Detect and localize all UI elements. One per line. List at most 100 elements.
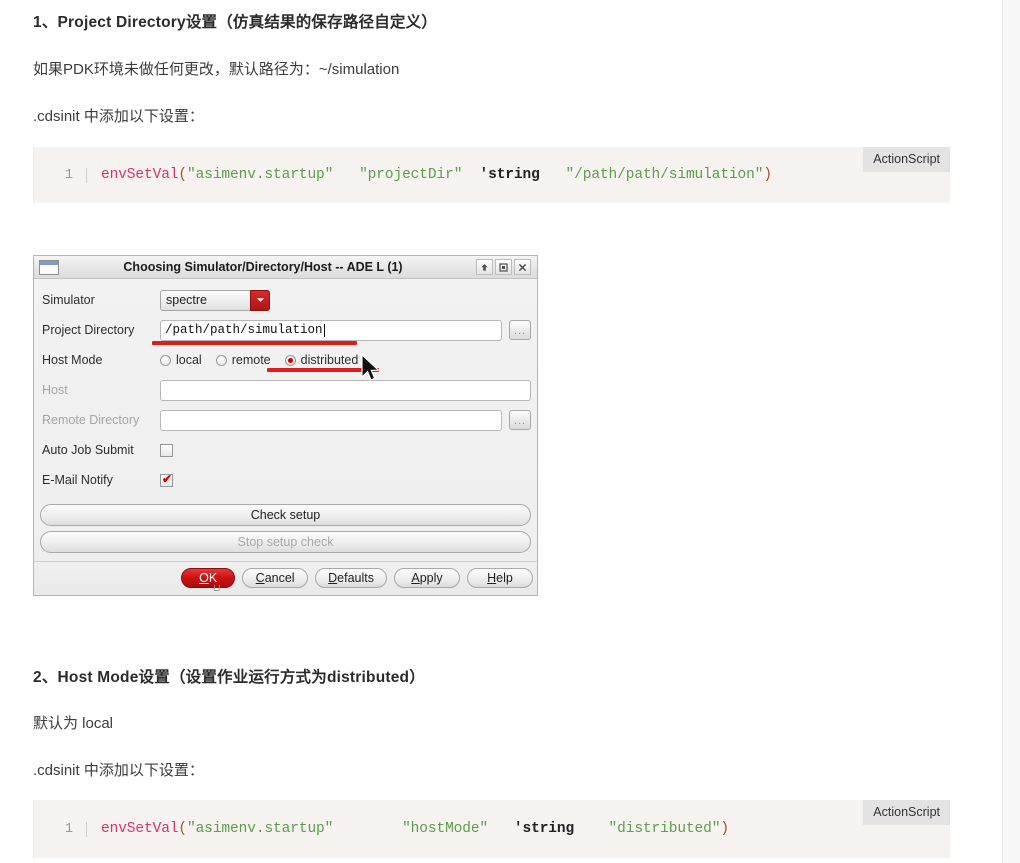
section-2-paragraph-2: .cdsinit 中添加以下设置： <box>33 762 204 779</box>
code-token-str: "asimenv.startup" <box>187 821 334 837</box>
project-directory-browse-button[interactable]: ... <box>509 320 531 340</box>
help-button-label: elp <box>496 571 513 585</box>
code-line-number: 1 <box>57 167 87 183</box>
defaults-button-label: efaults <box>337 571 374 585</box>
radio-indicator <box>160 354 171 366</box>
cancel-button-mnemonic: C <box>255 571 265 585</box>
code-token-str: "hostMode" <box>402 821 489 837</box>
simulator-label: Simulator <box>42 293 95 307</box>
defaults-button[interactable]: Defaults <box>315 568 387 588</box>
host-mode-radio-remote[interactable]: remote <box>215 353 271 367</box>
window-icon <box>39 259 59 275</box>
dialog-footer: OK Cancel Defaults Apply Help <box>34 561 537 595</box>
email-notify-label: E-Mail Notify <box>42 473 113 487</box>
maximize-icon-glyph <box>499 262 508 272</box>
section-1-paragraph-1: 如果PDK环境未做任何更改，默认路径为：~/simulation <box>33 61 400 78</box>
host-mode-label: Host Mode <box>42 353 103 367</box>
code-language-badge: ActionScript <box>863 147 950 172</box>
close-icon-glyph <box>518 263 527 271</box>
radio-label: distributed <box>300 353 359 367</box>
simulator-selected-value: spectre <box>166 293 207 307</box>
apply-button[interactable]: Apply <box>394 568 460 588</box>
code-line: 1 envSetVal("asimenv.startup" "hostMode"… <box>34 800 950 858</box>
code-line: 1 envSetVal("asimenv.startup" "projectDi… <box>34 147 950 203</box>
auto-job-submit-checkbox[interactable] <box>160 443 173 457</box>
host-label: Host <box>42 383 68 397</box>
mouse-cursor <box>361 354 380 381</box>
host-input[interactable] <box>160 379 531 401</box>
chevron-down-glyph <box>256 298 264 302</box>
project-directory-input[interactable]: /path/path/simulation <box>160 319 503 341</box>
code-token-punc: ( <box>178 821 188 837</box>
host-mode-radio-group[interactable]: local remote distributed <box>160 353 372 367</box>
host-mode-radio-distributed[interactable]: distributed <box>284 353 359 367</box>
code-token-punc: ( <box>178 167 188 183</box>
shade-icon[interactable] <box>476 259 493 275</box>
remote-directory-browse-button[interactable]: ... <box>509 410 531 430</box>
code-token-str: "/path/path/simulation" <box>565 167 764 183</box>
page-right-gutter <box>1002 0 1020 863</box>
project-directory-label: Project Directory <box>42 323 135 337</box>
section-2-heading: 2、Host Mode设置（设置作业运行方式为distributed） <box>33 669 425 686</box>
code-line-content: envSetVal("asimenv.startup" "projectDir"… <box>87 167 772 183</box>
section-2-paragraph-1: 默认为 local <box>33 715 114 732</box>
radio-label: local <box>176 353 202 367</box>
help-button[interactable]: Help <box>467 568 533 588</box>
stray-artifact: ⊔ <box>213 583 221 594</box>
code-token-punc: ) <box>720 821 729 837</box>
code-block-host-mode: ActionScript 1 envSetVal("asimenv.startu… <box>33 800 950 858</box>
code-token-fn: envSetVal <box>101 167 179 183</box>
field-row-simulator: Simulator spectre <box>40 285 531 315</box>
simulator-dropdown[interactable]: spectre <box>160 289 270 311</box>
radio-indicator <box>215 354 227 366</box>
dialog-titlebar[interactable]: Choosing Simulator/Directory/Host -- ADE… <box>34 256 537 279</box>
cancel-button-label: ancel <box>264 571 295 585</box>
text-caret <box>323 323 325 337</box>
dialog-title: Choosing Simulator/Directory/Host -- ADE… <box>123 260 403 274</box>
code-token-str: "distributed" <box>608 821 721 837</box>
code-token-str: "asimenv.startup" <box>187 167 334 183</box>
titlebar-button-group <box>476 259 533 275</box>
auto-job-submit-label: Auto Job Submit <box>42 443 134 457</box>
ok-button[interactable]: OK <box>181 568 236 588</box>
apply-button-label: pply <box>419 571 443 585</box>
email-notify-checkbox[interactable] <box>160 472 173 487</box>
field-row-email-notify: E-Mail Notify <box>40 465 531 495</box>
cancel-button[interactable]: Cancel <box>242 568 309 588</box>
code-line-number: 1 <box>57 821 87 837</box>
code-language-badge: ActionScript <box>863 800 950 825</box>
shade-icon-glyph <box>481 263 488 271</box>
close-icon[interactable] <box>514 259 531 275</box>
apply-button-mnemonic: A <box>411 571 420 585</box>
chevron-down-icon[interactable] <box>250 289 270 311</box>
code-line-content: envSetVal("asimenv.startup" "hostMode" '… <box>87 821 729 837</box>
code-token-kw: 'string <box>513 821 575 837</box>
radio-indicator <box>284 354 296 366</box>
code-token-punc: ) <box>763 167 772 183</box>
field-row-host: Host <box>40 375 531 405</box>
section-1-heading: 1、Project Directory设置（仿真结果的保存路径自定义） <box>33 14 438 31</box>
code-token-kw: 'string <box>479 167 540 183</box>
section-1-paragraph-2: .cdsinit 中添加以下设置： <box>33 108 204 125</box>
project-directory-value: /path/path/simulation <box>165 323 323 337</box>
stop-setup-check-button[interactable]: Stop setup check <box>40 531 531 553</box>
code-token-fn: envSetVal <box>101 821 179 837</box>
maximize-icon[interactable] <box>495 259 512 275</box>
host-mode-radio-local[interactable]: local <box>160 353 202 367</box>
code-token-str: "projectDir" <box>359 167 463 183</box>
field-row-auto-job-submit: Auto Job Submit <box>40 435 531 465</box>
field-row-remote-directory: Remote Directory ... <box>40 405 531 435</box>
remote-directory-input[interactable] <box>160 409 503 431</box>
check-setup-button[interactable]: Check setup <box>40 504 531 526</box>
radio-label: remote <box>231 353 271 367</box>
article-content: 1、Project Directory设置（仿真结果的保存路径自定义） 如果PD… <box>0 0 1002 863</box>
defaults-button-mnemonic: D <box>328 571 338 585</box>
remote-directory-label: Remote Directory <box>42 413 140 427</box>
ade-dialog-window[interactable]: Choosing Simulator/Directory/Host -- ADE… <box>33 255 538 596</box>
